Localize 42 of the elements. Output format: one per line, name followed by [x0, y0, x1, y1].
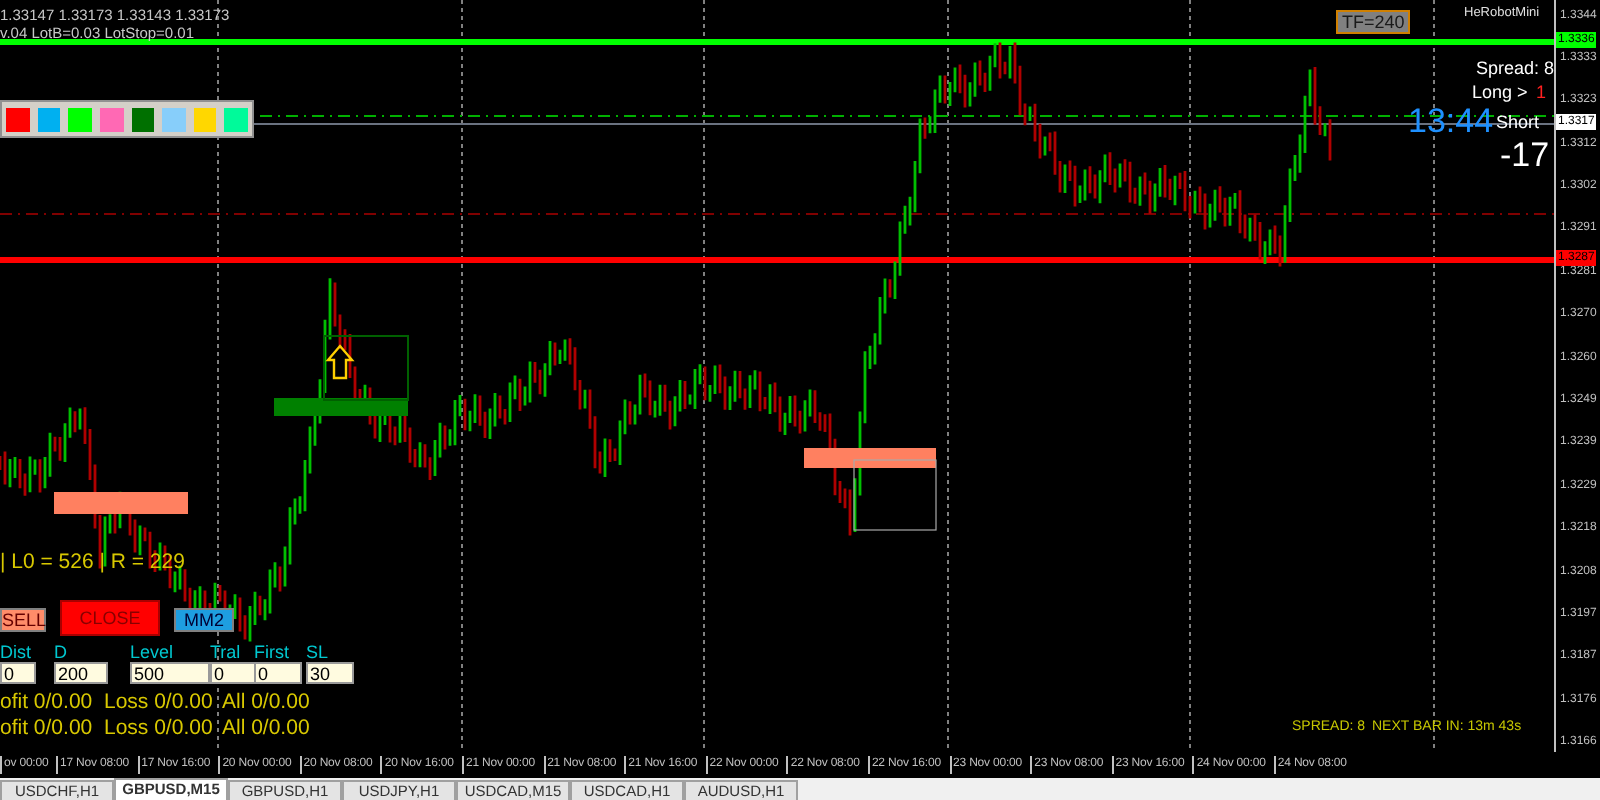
param-label: Tral [210, 642, 241, 662]
color-swatch[interactable] [193, 108, 217, 132]
up-arrow-icon [325, 344, 355, 380]
param-label: SL [306, 642, 329, 662]
short-value: -17 [1500, 138, 1550, 172]
long-value: 1 [1536, 84, 1547, 102]
long-label: Long > [1472, 84, 1528, 102]
param-field[interactable]: 200 [54, 662, 108, 684]
param-field[interactable]: 30 [306, 662, 354, 684]
timeframe-label: TF=240 [1336, 10, 1411, 34]
param-label: Level [130, 642, 174, 662]
support-line[interactable] [0, 257, 1554, 263]
color-swatch[interactable] [131, 108, 155, 132]
color-swatch[interactable] [99, 108, 123, 132]
short-label: Short [1496, 114, 1540, 132]
param-field[interactable]: 0 [254, 662, 302, 684]
param-field[interactable]: 0 [0, 662, 36, 684]
all-text: All 0/0.00 [222, 718, 310, 739]
param-field[interactable]: 500 [130, 662, 210, 684]
loss-text: Loss 0/0.00 [104, 692, 213, 713]
loss-text: Loss 0/0.00 [104, 718, 213, 739]
color-swatch[interactable] [6, 108, 30, 132]
color-swatch[interactable] [37, 108, 61, 132]
param-label: First [254, 642, 289, 662]
zone-rectangle [54, 492, 188, 514]
param-label: D [54, 642, 67, 662]
color-swatch[interactable] [68, 108, 92, 132]
box-outline [853, 459, 937, 531]
color-swatch[interactable] [224, 108, 248, 132]
param-label: Dist [0, 642, 31, 662]
zone-rectangle [804, 448, 936, 468]
spread-text: Spread: 8 [1476, 60, 1554, 78]
box-outline [323, 335, 409, 401]
profit-text: ofit 0/0.00 [0, 718, 93, 739]
clock-text: 13:44 [1408, 104, 1494, 138]
all-text: All 0/0.00 [222, 692, 310, 713]
zone-rectangle [274, 398, 408, 416]
color-swatch[interactable] [162, 108, 186, 132]
profit-text: ofit 0/0.00 [0, 692, 93, 713]
trade-button[interactable]: MM2 [174, 608, 234, 632]
resistance-line[interactable] [0, 39, 1554, 45]
param-field[interactable]: 0 [210, 662, 258, 684]
